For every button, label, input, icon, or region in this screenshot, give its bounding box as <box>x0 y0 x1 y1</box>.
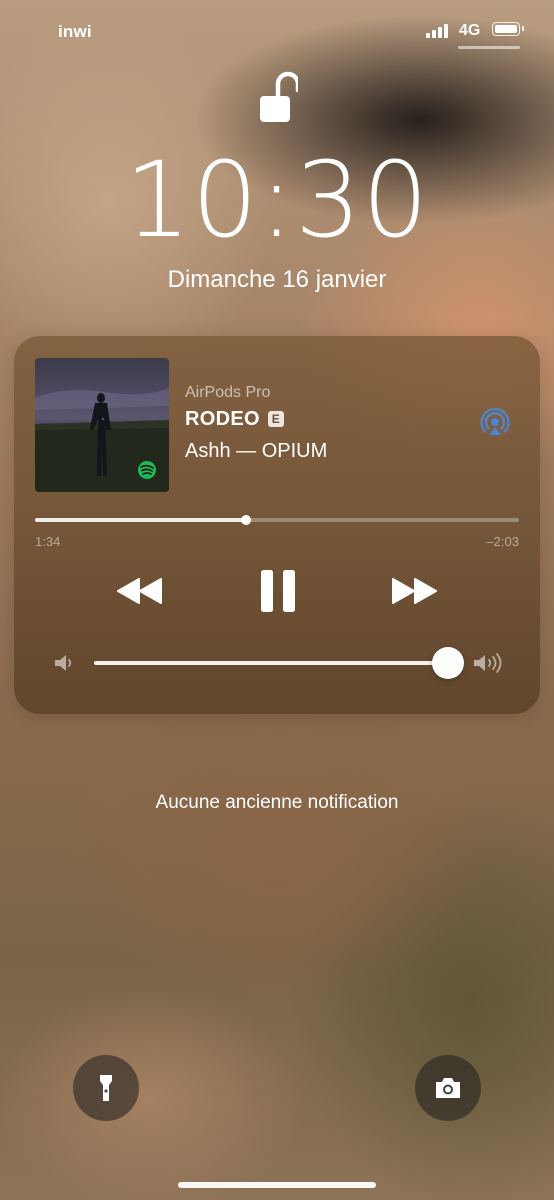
lock-screen: inwi 4G 10:30 Dimanche 16 janvier AirPod… <box>0 0 554 1200</box>
volume-knob[interactable] <box>432 647 465 679</box>
track-title-text: RODEO <box>185 408 260 430</box>
elapsed-time: 1:34 <box>35 534 61 549</box>
album-artwork[interactable] <box>35 358 169 492</box>
volume-slider[interactable] <box>94 647 465 679</box>
network-type: 4G <box>459 22 481 39</box>
speaker-high-icon <box>474 653 502 673</box>
track-title: RODEO E <box>185 408 284 431</box>
flashlight-icon <box>100 1075 112 1101</box>
clock-time: 10:30 <box>124 139 430 261</box>
battery-icon <box>492 22 524 36</box>
fast-forward-icon[interactable] <box>388 576 440 606</box>
status-bar: inwi 4G <box>0 0 554 60</box>
control-center-handle[interactable] <box>458 46 520 49</box>
carrier-name: inwi <box>58 22 92 41</box>
no-older-notifications-label: Aucune ancienne notification <box>155 792 399 813</box>
rewind-icon[interactable] <box>114 576 166 606</box>
scrubber-knob[interactable] <box>240 515 251 525</box>
remaining-time: –2:03 <box>486 534 519 549</box>
output-device-name: AirPods Pro <box>185 384 271 401</box>
unlocked-padlock-icon <box>260 71 298 122</box>
explicit-badge: E <box>267 411 284 427</box>
airplay-audio-icon[interactable] <box>480 408 510 438</box>
pause-icon[interactable] <box>258 568 298 614</box>
clock-date: Dimanche 16 janvier <box>167 266 387 293</box>
cellular-signal-icon <box>426 24 448 38</box>
flashlight-button[interactable] <box>73 1055 139 1121</box>
track-artist-album: Ashh — OPIUM <box>185 440 328 462</box>
speaker-low-icon <box>55 655 72 671</box>
now-playing-card[interactable]: AirPods Pro RODEO E Ashh — OPIUM 1:34 –2:… <box>14 336 540 714</box>
camera-button[interactable] <box>415 1055 481 1121</box>
playback-scrubber[interactable] <box>35 515 519 525</box>
camera-icon <box>436 1078 460 1098</box>
home-indicator[interactable] <box>178 1182 376 1188</box>
